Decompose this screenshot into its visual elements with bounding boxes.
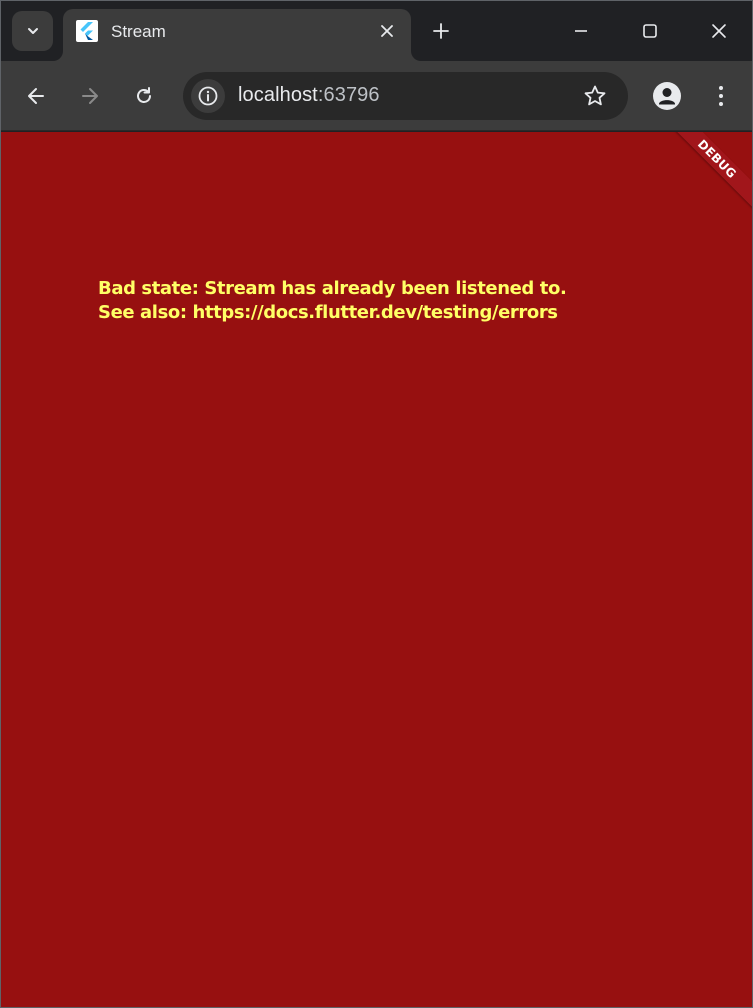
page-viewport: Bad state: Stream has already been liste…	[1, 132, 752, 1007]
close-icon	[381, 25, 393, 37]
site-info-button[interactable]	[191, 79, 225, 113]
flutter-icon	[76, 20, 98, 42]
address-bar[interactable]: localhost:63796	[183, 72, 628, 120]
close-icon	[712, 24, 726, 38]
forward-button[interactable]	[72, 78, 108, 114]
url-host: localhost	[238, 84, 318, 106]
tab-title: Stream	[111, 22, 166, 41]
tab-search-button[interactable]	[12, 11, 53, 51]
browser-window: Stream localhost:63796 Bad state: Stream…	[0, 0, 753, 1008]
new-tab-button[interactable]	[425, 15, 457, 47]
error-line-2: See also: https://docs.flutter.dev/testi…	[98, 302, 558, 323]
minimize-icon	[575, 30, 587, 32]
arrow-right-icon	[82, 88, 98, 104]
profile-icon	[653, 82, 681, 110]
arrow-left-icon	[28, 88, 44, 104]
star-icon	[584, 85, 606, 106]
info-icon	[198, 86, 218, 106]
url-text[interactable]: localhost:63796	[238, 84, 380, 107]
debug-label: DEBUG	[694, 136, 740, 182]
kebab-menu-icon	[719, 86, 723, 106]
maximize-icon	[643, 24, 657, 38]
error-message: Bad state: Stream has already been liste…	[98, 277, 567, 325]
tab-close-button[interactable]	[377, 21, 397, 41]
browser-toolbar: localhost:63796	[1, 61, 752, 131]
profile-button[interactable]	[649, 78, 685, 114]
active-tab[interactable]: Stream	[63, 9, 411, 61]
back-button[interactable]	[18, 78, 54, 114]
debug-banner: DEBUG	[664, 132, 752, 212]
plus-icon	[433, 23, 449, 39]
chevron-down-icon	[27, 28, 38, 34]
close-window-button[interactable]	[696, 11, 742, 51]
bookmark-button[interactable]	[582, 83, 608, 109]
browser-menu-button[interactable]	[703, 78, 739, 114]
error-line-1: Bad state: Stream has already been liste…	[98, 278, 567, 299]
reload-button[interactable]	[126, 78, 162, 114]
minimize-button[interactable]	[558, 11, 604, 51]
maximize-button[interactable]	[627, 11, 673, 51]
reload-icon	[137, 87, 151, 103]
tab-strip: Stream	[1, 1, 752, 61]
url-port: :63796	[317, 84, 380, 106]
